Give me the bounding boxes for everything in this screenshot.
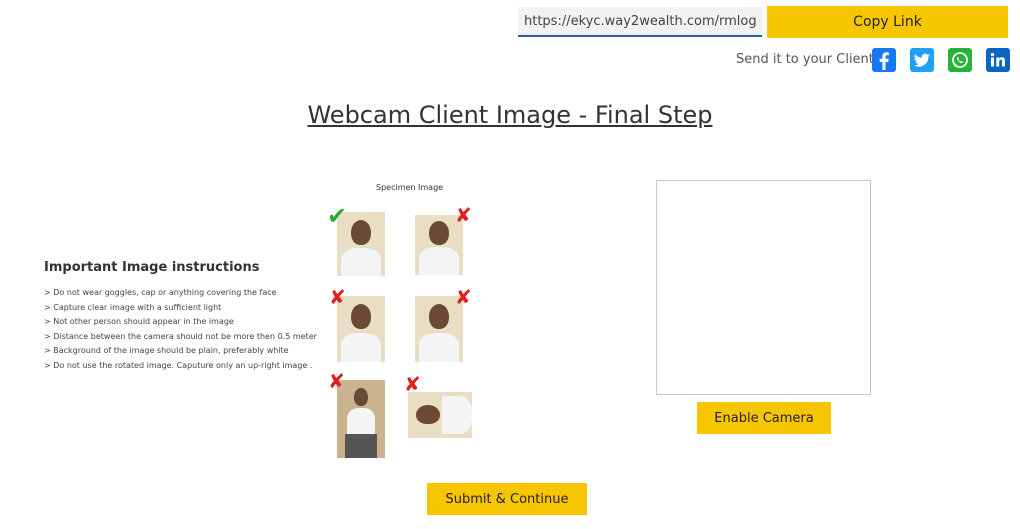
client-link-field[interactable]: [518, 7, 762, 37]
specimen-title: Specimen Image: [376, 183, 444, 192]
instruction-item: > Capture clear image with a sufficient …: [44, 302, 222, 312]
cross-icon: ✘: [328, 369, 345, 393]
facebook-icon[interactable]: [872, 48, 896, 72]
instruction-item: > Do not use the rotated image. Caputure…: [44, 360, 313, 370]
cross-icon: ✘: [329, 285, 346, 309]
instruction-item: > Not other person should appear in the …: [44, 317, 234, 327]
twitter-icon[interactable]: [910, 48, 934, 72]
cross-icon: ✘: [455, 285, 472, 309]
enable-camera-button[interactable]: Enable Camera: [697, 402, 831, 434]
whatsapp-icon[interactable]: [948, 48, 972, 72]
camera-preview: [656, 180, 871, 395]
page-title: Webcam Client Image - Final Step: [307, 101, 713, 129]
send-to-client-label: Send it to your Client: [736, 52, 874, 67]
linkedin-icon[interactable]: [986, 48, 1010, 72]
cross-icon: ✘: [455, 203, 472, 227]
copy-link-button[interactable]: Copy Link: [767, 6, 1008, 38]
instructions-list: > Do not wear goggles, cap or anything c…: [44, 286, 317, 374]
cross-icon: ✘: [404, 372, 421, 396]
instruction-item: > Background of the image should be plai…: [44, 346, 289, 356]
check-icon: ✔: [327, 202, 348, 230]
submit-continue-button[interactable]: Submit & Continue: [427, 483, 587, 515]
instruction-item: > Do not wear goggles, cap or anything c…: [44, 288, 277, 297]
specimen-photo-rotated: [408, 392, 472, 438]
instructions-heading: Important Image instructions: [44, 260, 260, 275]
instruction-item: > Distance between the camera should not…: [44, 331, 317, 341]
